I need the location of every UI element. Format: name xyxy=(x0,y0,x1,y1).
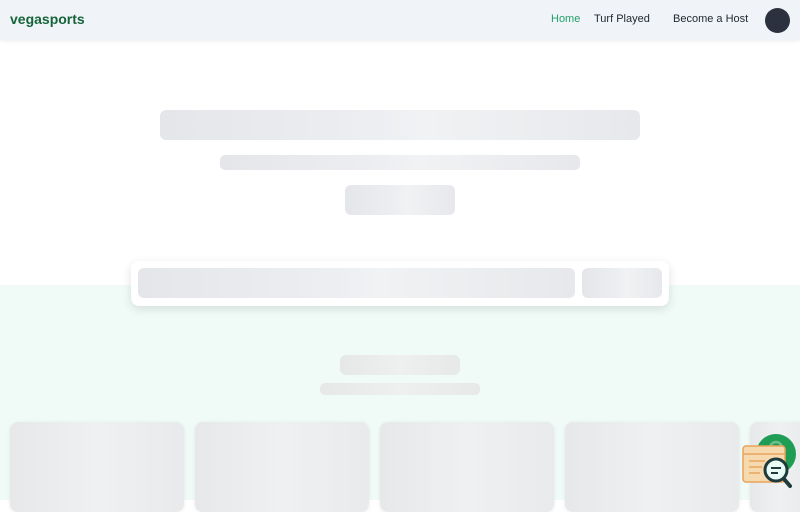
section-title-skeleton xyxy=(340,355,460,375)
chat-search-icon[interactable] xyxy=(740,432,798,492)
hero-button-skeleton xyxy=(345,185,455,215)
search-bar-card xyxy=(131,261,669,306)
hero-subtitle-skeleton xyxy=(220,155,580,170)
search-input-skeleton xyxy=(138,268,575,298)
nav-link-become-host[interactable]: Become a Host xyxy=(673,13,748,25)
navbar: vegasports Home Turf Played Become a Hos… xyxy=(0,0,800,40)
nav-link-turf-played[interactable]: Turf Played xyxy=(594,13,650,25)
section-subtitle-skeleton xyxy=(320,383,480,395)
venue-card-skeleton xyxy=(565,422,739,512)
venue-card-skeleton xyxy=(380,422,554,512)
search-button-skeleton xyxy=(582,268,662,298)
hero-section xyxy=(0,40,800,285)
hero-title-skeleton xyxy=(160,110,640,140)
venue-card-skeleton xyxy=(10,422,184,512)
venue-card-skeleton xyxy=(195,422,369,512)
brand-logo[interactable]: vegasports xyxy=(10,11,85,27)
user-avatar-icon[interactable] xyxy=(765,8,790,33)
nav-link-home[interactable]: Home xyxy=(551,13,580,25)
